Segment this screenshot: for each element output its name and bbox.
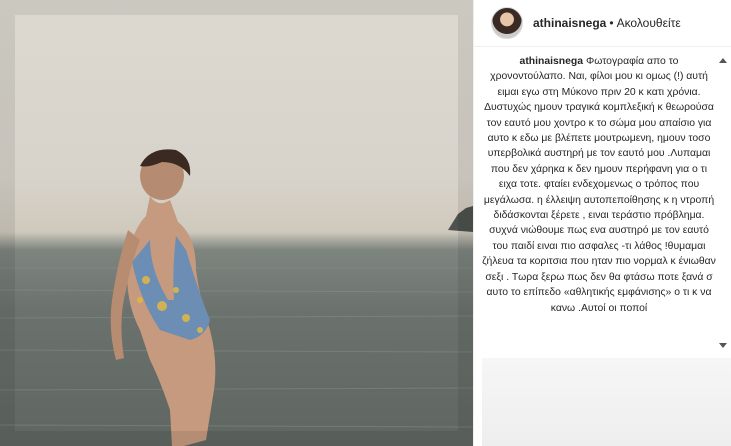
caption-username[interactable]: athinaisnega xyxy=(520,56,584,67)
scroll-up-arrow-icon[interactable] xyxy=(719,58,727,63)
header-separator: • xyxy=(609,16,614,30)
caption-scrollbar[interactable] xyxy=(718,54,728,352)
comments-placeholder xyxy=(482,358,731,446)
post-caption: athinaisnega Φωτογραφία απο το χρονοντού… xyxy=(482,54,716,316)
person-figure xyxy=(110,149,216,446)
post-photo[interactable] xyxy=(0,0,473,446)
caption-scroll-area[interactable]: athinaisnega Φωτογραφία απο το χρονοντού… xyxy=(482,54,716,352)
following-button[interactable]: Ακολουθείτε xyxy=(617,16,681,30)
post-header: athinaisnega • Ακολουθείτε xyxy=(474,0,731,47)
caption-text: Φωτογραφία απο το χρονοντούλαπο. Ναι, φί… xyxy=(482,56,716,314)
avatar[interactable] xyxy=(491,7,523,39)
beach-photo-illustration xyxy=(0,0,473,446)
scroll-down-arrow-icon[interactable] xyxy=(719,343,727,348)
post-side-panel: athinaisnega • Ακολουθείτε athinaisnega … xyxy=(473,0,731,446)
header-username[interactable]: athinaisnega xyxy=(533,16,606,30)
